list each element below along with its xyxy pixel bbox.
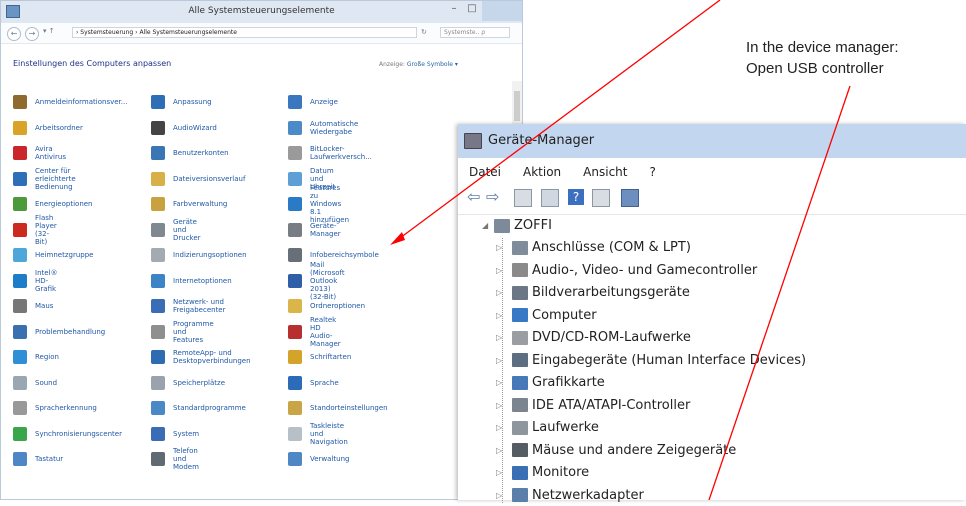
arrowhead-device-manager — [390, 232, 405, 245]
arrow-to-usb-controller — [708, 85, 851, 500]
arrow-to-device-manager — [395, 0, 721, 242]
annotation-arrows — [390, 0, 851, 500]
